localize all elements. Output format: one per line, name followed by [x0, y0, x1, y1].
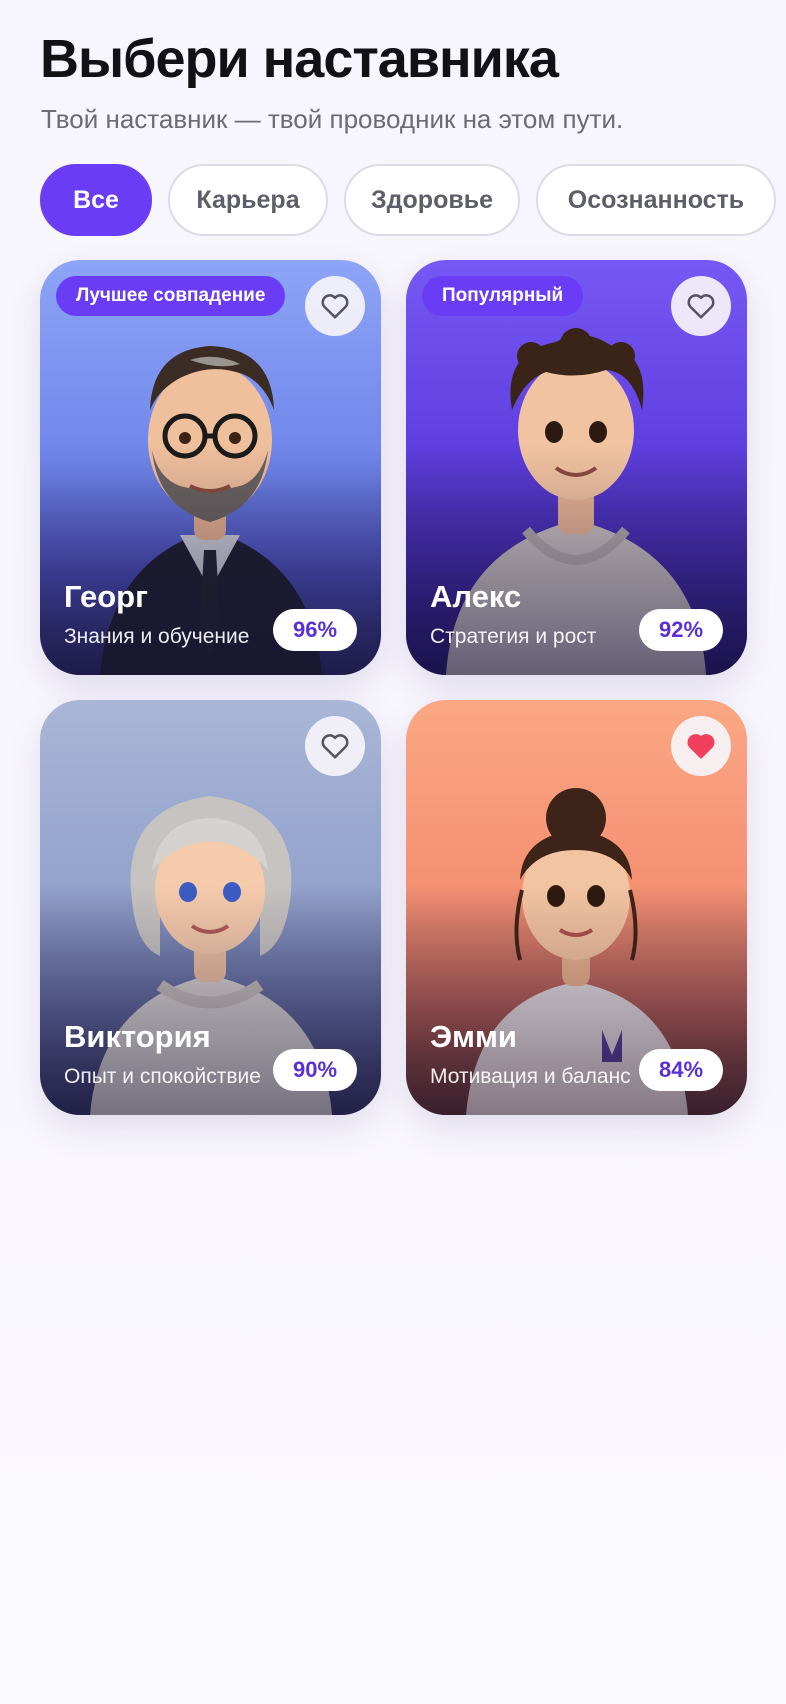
heart-outline-icon: [321, 294, 349, 319]
heart-filled-icon: [687, 734, 715, 759]
match-percent-badge: 96%: [273, 609, 357, 651]
filter-chip-all[interactable]: Все: [40, 164, 152, 236]
mentor-name: Эмми: [430, 1019, 517, 1054]
page-subtitle: Твой наставник — твой проводник на этом …: [41, 104, 624, 134]
mentor-role: Мотивация и баланс: [430, 1065, 631, 1088]
mentor-card-emmi[interactable]: Эмми Мотивация и баланс 84%: [406, 700, 747, 1115]
mentor-name: Георг: [64, 579, 149, 614]
popular-badge: Популярный: [422, 276, 584, 316]
mentor-name: Виктория: [64, 1019, 211, 1054]
best-match-badge: Лучшее совпадение: [56, 276, 286, 316]
favorite-button[interactable]: [671, 276, 731, 336]
mentor-role: Знания и обучение: [64, 625, 250, 648]
favorite-button[interactable]: [671, 716, 731, 776]
heart-outline-icon: [687, 294, 715, 319]
mentor-card-aleks[interactable]: Популярный Алекс Стратегия и рост 92%: [406, 260, 747, 675]
favorite-button[interactable]: [305, 276, 365, 336]
mentor-role: Стратегия и рост: [430, 625, 597, 648]
mentor-role: Опыт и спокойствие: [64, 1065, 261, 1088]
mentor-card-viktoriya[interactable]: Виктория Опыт и спокойствие 90%: [40, 700, 381, 1115]
mentor-selection-screen: Выбери наставника Твой наставник — твой …: [0, 0, 786, 1704]
filter-chips: Все Карьера Здоровье Осознанность: [40, 164, 786, 236]
mentor-card-georg[interactable]: Лучшее совпадение Георг Знания и обучени…: [40, 260, 381, 675]
match-percent-badge: 90%: [273, 1049, 357, 1091]
filter-chip-mindfulness[interactable]: Осознанность: [536, 164, 776, 236]
match-percent-badge: 84%: [639, 1049, 723, 1091]
page-title: Выбери наставника: [40, 29, 559, 89]
favorite-button[interactable]: [305, 716, 365, 776]
mentor-name: Алекс: [430, 579, 522, 614]
match-percent-badge: 92%: [639, 609, 723, 651]
filter-chip-health[interactable]: Здоровье: [344, 164, 520, 236]
heart-outline-icon: [321, 734, 349, 759]
filter-chip-career[interactable]: Карьера: [168, 164, 328, 236]
